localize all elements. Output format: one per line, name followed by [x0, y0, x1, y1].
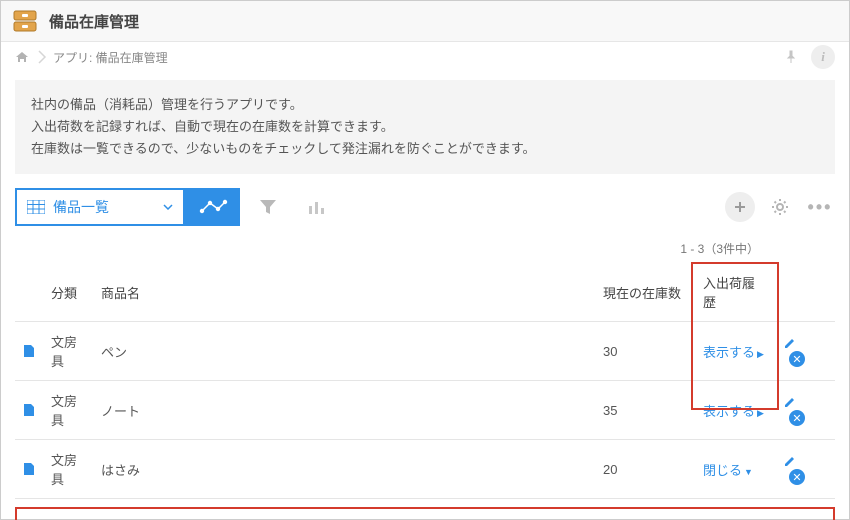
cell-name: ノート [93, 381, 595, 440]
cell-name: はさみ [93, 440, 595, 499]
edit-button[interactable] [783, 454, 827, 468]
triangle-right-icon: ▶ [757, 349, 764, 359]
view-label: 備品一覧 [53, 197, 163, 217]
toolbar: 備品一覧 [1, 178, 849, 236]
pager-text: 1 - 3（3件中） [1, 236, 849, 263]
cell-stock: 20 [595, 440, 695, 499]
record-icon[interactable] [23, 344, 35, 358]
info-button[interactable]: i [811, 45, 835, 69]
col-header-name: 商品名 [93, 263, 595, 322]
pin-icon[interactable] [779, 45, 803, 69]
hist-header-note: 備考 [187, 509, 833, 520]
title-bar: 備品在庫管理 [1, 1, 849, 42]
cell-category: 文房具 [43, 322, 93, 381]
description-line: 社内の備品（消耗品）管理を行うアプリです。 [31, 94, 819, 116]
delete-button[interactable]: ✕ [789, 469, 805, 485]
table-row: 文房具 はさみ 20 閉じる▼ ✕ [15, 440, 835, 499]
add-button[interactable] [725, 192, 755, 222]
bar-chart-button[interactable] [296, 188, 336, 226]
table-row: 文房具 ペン 30 表示する▶ ✕ [15, 322, 835, 381]
breadcrumb-bar: アプリ: 備品在庫管理 i [1, 42, 849, 72]
breadcrumb-text: アプリ: 備品在庫管理 [53, 49, 168, 66]
app-title: 備品在庫管理 [49, 11, 139, 32]
triangle-right-icon: ▶ [757, 408, 764, 418]
cell-stock: 30 [595, 322, 695, 381]
description-line: 在庫数は一覧できるので、少ないものをチェックして発注漏れを防ぐことができます。 [31, 138, 819, 160]
history-toggle[interactable]: 閉じる▼ [703, 463, 753, 478]
filter-button[interactable] [248, 188, 288, 226]
graph-view-button[interactable] [185, 188, 240, 226]
edit-button[interactable] [783, 395, 827, 409]
chevron-down-icon [163, 204, 173, 210]
delete-button[interactable]: ✕ [789, 351, 805, 367]
col-header-history: 入出荷履歴 [695, 263, 775, 322]
edit-button[interactable] [783, 336, 827, 350]
history-panel: 在庫確認・入荷日 入出荷数 備考 2020-07-01 30 2020-08-0… [15, 507, 835, 520]
cell-category: 文房具 [43, 440, 93, 499]
home-icon[interactable] [15, 50, 29, 64]
app-icon [11, 7, 39, 35]
history-toggle[interactable]: 表示する▶ [703, 345, 764, 360]
description-line: 入出荷数を記録すれば、自動で現在の在庫数を計算できます。 [31, 116, 819, 138]
app-description: 社内の備品（消耗品）管理を行うアプリです。 入出荷数を記録すれば、自動で現在の在… [15, 80, 835, 174]
col-header-stock: 現在の在庫数 [595, 263, 695, 322]
cell-stock: 35 [595, 381, 695, 440]
table-row: 文房具 ノート 35 表示する▶ ✕ [15, 381, 835, 440]
history-toggle[interactable]: 表示する▶ [703, 404, 764, 419]
triangle-down-icon: ▼ [744, 467, 753, 477]
delete-button[interactable]: ✕ [789, 410, 805, 426]
history-table: 在庫確認・入荷日 入出荷数 備考 2020-07-01 30 2020-08-0… [17, 509, 833, 520]
col-header-category: 分類 [43, 263, 93, 322]
record-icon[interactable] [23, 403, 35, 417]
record-icon[interactable] [23, 462, 35, 476]
settings-button[interactable] [765, 192, 795, 222]
cell-category: 文房具 [43, 381, 93, 440]
records-table: 分類 商品名 現在の在庫数 入出荷履歴 文房具 ペン 30 表示する▶ [15, 263, 835, 499]
hist-header-date: 在庫確認・入荷日 [17, 509, 127, 520]
more-button[interactable]: ••• [805, 192, 835, 222]
grid-icon [27, 200, 45, 214]
ellipsis-icon: ••• [808, 197, 833, 218]
cell-name: ペン [93, 322, 595, 381]
hist-header-qty: 入出荷数 [127, 509, 187, 520]
view-dropdown[interactable]: 備品一覧 [15, 188, 185, 226]
chevron-right-icon [37, 50, 47, 64]
